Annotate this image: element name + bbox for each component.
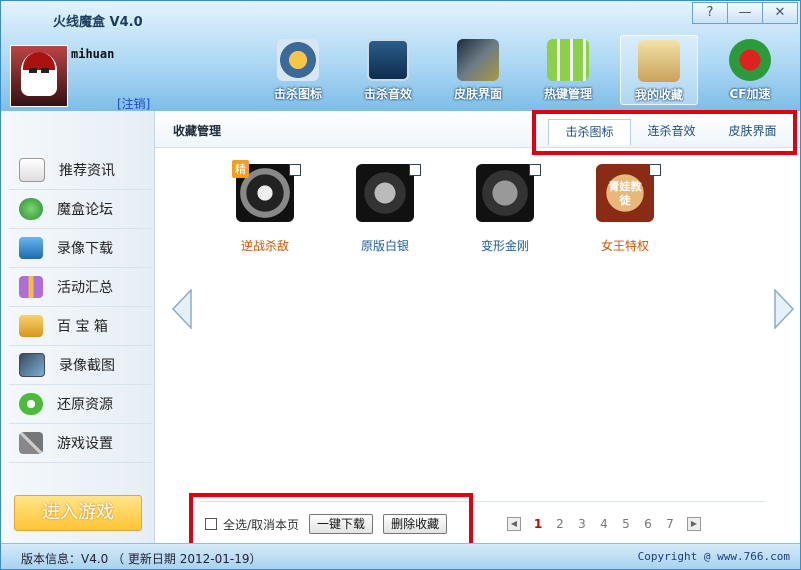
- main-nav: 击杀图标 击杀音效 皮肤界面 热键管理 我的收藏 CF加速: [253, 35, 795, 105]
- favorites-grid: 精 逆战杀敌 原版白银 变形金刚 青娃教徒 女王特权: [205, 160, 685, 254]
- tabs-highlight-box: [532, 110, 797, 155]
- sidebar-item-restore[interactable]: 还原资源: [9, 385, 153, 424]
- gift-icon: [19, 276, 43, 298]
- logout-link[interactable]: [注销]: [117, 95, 150, 112]
- item-checkbox[interactable]: [649, 164, 661, 176]
- page-link[interactable]: 3: [571, 517, 593, 531]
- avatar[interactable]: [10, 45, 68, 107]
- sidebar-item-game-settings[interactable]: 游戏设置: [9, 424, 153, 463]
- item-checkbox[interactable]: [529, 164, 541, 176]
- skull-star-icon: 精: [232, 160, 294, 222]
- minimize-button[interactable]: —: [727, 2, 763, 24]
- skin-poster-icon: [457, 39, 499, 81]
- keyboard-icon: [547, 39, 589, 81]
- version-info: 版本信息：V4.0 （ 更新日期 2012-01-19）: [21, 552, 262, 566]
- sidebar-menu: 推荐资讯 魔盒论坛 录像下载 活动汇总 百 宝 箱 录像截图 还原资源 游戏设置: [9, 151, 153, 463]
- queen-badge-icon: 青娃教徒: [596, 164, 654, 222]
- toolbox-icon: [638, 40, 680, 82]
- app-title: 火线魔盒 V4.0: [53, 15, 143, 30]
- treasure-box-icon: [19, 315, 43, 337]
- page-link[interactable]: 4: [593, 517, 615, 531]
- close-button[interactable]: ✕: [762, 2, 798, 24]
- newspaper-icon: [19, 158, 45, 182]
- header: 火线魔盒 V4.0 ? — ✕ mihuan [注销] 击杀图标 击杀音效 皮肤…: [1, 1, 800, 111]
- next-arrow-icon[interactable]: [773, 289, 795, 329]
- transformers-icon: [476, 164, 534, 222]
- nav-kill-sounds[interactable]: 击杀音效: [343, 35, 433, 105]
- cf-logo-icon: [729, 39, 771, 81]
- silver-skull-icon: [356, 164, 414, 222]
- main-content: 收藏管理 击杀图标 连杀音效 皮肤界面 精 逆战杀敌 原版白银 变形金刚 青娃教…: [155, 110, 800, 551]
- page-link[interactable]: 2: [549, 517, 571, 531]
- nav-favorites[interactable]: 我的收藏: [620, 35, 698, 105]
- item-checkbox[interactable]: [289, 164, 301, 176]
- sidebar-item-events[interactable]: 活动汇总: [9, 268, 153, 307]
- favorite-item[interactable]: 精 逆战杀敌: [205, 160, 325, 254]
- page-link[interactable]: 5: [615, 517, 637, 531]
- nav-hotkeys[interactable]: 热键管理: [523, 35, 613, 105]
- download-icon: [19, 237, 43, 259]
- restore-icon: [19, 393, 43, 415]
- prev-arrow-icon[interactable]: [171, 289, 193, 329]
- help-button[interactable]: ?: [692, 2, 728, 24]
- queen-badge-text: 青娃教徒: [608, 179, 642, 207]
- pagination: ◀ 1 2 3 4 5 6 7 ▶: [501, 517, 707, 531]
- sidebar-item-treasure-box[interactable]: 百 宝 箱: [9, 307, 153, 346]
- sidebar-item-screenshots[interactable]: 录像截图: [9, 346, 153, 385]
- page-link[interactable]: 6: [637, 517, 659, 531]
- featured-badge: 精: [232, 160, 249, 178]
- username: mihuan: [71, 47, 115, 61]
- tools-icon: [19, 432, 43, 454]
- item-checkbox[interactable]: [409, 164, 421, 176]
- nav-kill-icons[interactable]: 击杀图标: [253, 35, 343, 105]
- favorite-item[interactable]: 青娃教徒 女王特权: [565, 164, 685, 254]
- enter-game-button[interactable]: 进入游戏: [14, 495, 142, 531]
- prev-page-icon[interactable]: ◀: [507, 517, 521, 531]
- sidebar: 推荐资讯 魔盒论坛 录像下载 活动汇总 百 宝 箱 录像截图 还原资源 游戏设置…: [1, 111, 155, 543]
- page-link[interactable]: 7: [659, 517, 681, 531]
- favorite-item[interactable]: 原版白银: [325, 164, 445, 254]
- sidebar-item-video-download[interactable]: 录像下载: [9, 229, 153, 268]
- favorite-item[interactable]: 变形金刚: [445, 164, 565, 254]
- app-window: 火线魔盒 V4.0 ? — ✕ mihuan [注销] 击杀图标 击杀音效 皮肤…: [0, 0, 801, 570]
- sound-meter-icon: [367, 39, 409, 81]
- sidebar-item-forum[interactable]: 魔盒论坛: [9, 190, 153, 229]
- window-controls: ? — ✕: [692, 2, 798, 24]
- nav-skins[interactable]: 皮肤界面: [433, 35, 523, 105]
- crosshair-badge-icon: [277, 39, 319, 81]
- screenshot-icon: [19, 353, 45, 377]
- status-bar: 版本信息：V4.0 （ 更新日期 2012-01-19） Copyright @…: [1, 543, 800, 569]
- chat-bubbles-icon: [19, 198, 43, 220]
- page-link[interactable]: 1: [527, 517, 549, 531]
- nav-cf-boost[interactable]: CF加速: [705, 35, 795, 105]
- copyright-link[interactable]: Copyright @ www.766.com: [638, 550, 790, 563]
- sidebar-item-news[interactable]: 推荐资讯: [9, 151, 153, 190]
- next-page-icon[interactable]: ▶: [687, 517, 701, 531]
- page-title: 收藏管理: [173, 124, 222, 138]
